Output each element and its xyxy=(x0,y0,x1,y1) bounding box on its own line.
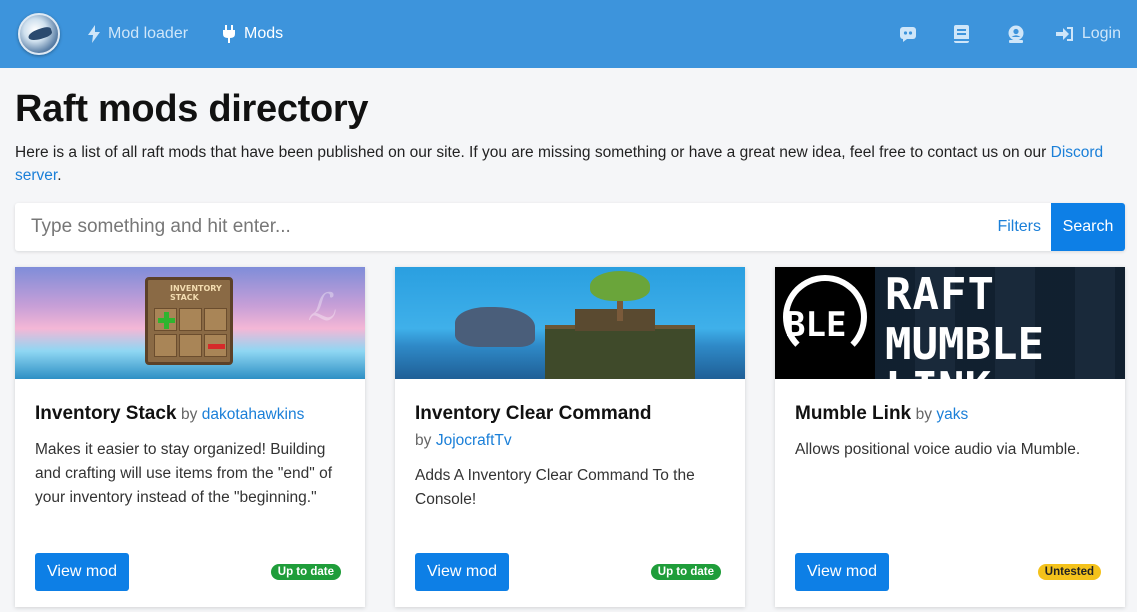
author-link[interactable]: yaks xyxy=(936,406,968,423)
status-badge: Untested xyxy=(1037,564,1101,580)
filters-link[interactable]: Filters xyxy=(987,218,1051,236)
view-mod-button[interactable]: View mod xyxy=(35,553,129,591)
island-graphic xyxy=(455,307,535,347)
mod-description: Adds A Inventory Clear Command To the Co… xyxy=(415,467,695,508)
site-logo[interactable] xyxy=(18,13,60,55)
search-input[interactable] xyxy=(15,203,988,251)
card-title-line: Mumble Link by yaks xyxy=(795,401,1105,428)
view-mod-button[interactable]: View mod xyxy=(795,553,889,591)
raft-structure-graphic xyxy=(545,325,695,379)
card-body: Mumble Link by yaks Allows positional vo… xyxy=(775,379,1125,462)
card-body: Inventory Stack by dakotahawkins Makes i… xyxy=(15,379,365,510)
nav-item-label: Mods xyxy=(244,25,284,42)
empty-cell xyxy=(179,334,202,357)
intro-body: Here is a list of all raft mods that hav… xyxy=(15,144,1051,161)
card-footer: View mod Up to date xyxy=(35,553,341,591)
bolt-icon xyxy=(88,25,100,43)
by-label: by xyxy=(915,406,932,423)
author-link[interactable]: dakotahawkins xyxy=(202,406,305,423)
mod-card: BLE RAFT MUMBLE LINK Mumble Link by yaks… xyxy=(775,267,1125,607)
empty-cell xyxy=(154,334,177,357)
search-bar: Filters Search xyxy=(15,203,1125,251)
empty-cell xyxy=(179,308,202,331)
author-link[interactable]: JojocraftTv xyxy=(436,432,512,449)
nav-item-label: Mod loader xyxy=(108,25,189,42)
user-badge-icon[interactable] xyxy=(1004,22,1028,46)
empty-cell xyxy=(204,308,227,331)
image-title-line-1: RAFT xyxy=(885,269,995,320)
search-button[interactable]: Search xyxy=(1051,203,1125,251)
mod-image-inventory-stack[interactable]: INVENTORY STACK ℒ xyxy=(15,267,365,379)
book-icon[interactable] xyxy=(950,22,974,46)
mod-title[interactable]: Inventory Clear Command xyxy=(415,403,652,424)
ble-logo-text: BLE xyxy=(785,305,847,345)
raft-deck-graphic xyxy=(575,309,655,331)
status-badge: Up to date xyxy=(270,564,341,580)
page-title: Raft mods directory xyxy=(15,88,369,130)
card-body: Inventory Clear Command by JojocraftTv A… xyxy=(395,379,745,512)
inventory-panel-graphic: INVENTORY STACK xyxy=(145,277,233,365)
nav-item-mod-loader[interactable]: Mod loader xyxy=(88,25,188,43)
mod-card: Inventory Clear Command by JojocraftTv A… xyxy=(395,267,745,607)
by-label: by xyxy=(415,432,432,449)
mod-card: INVENTORY STACK ℒ Inventory Stack by dak… xyxy=(15,267,365,607)
plus-cell xyxy=(154,308,177,331)
inventory-panel-text: INVENTORY STACK xyxy=(170,284,222,302)
card-title-line: Inventory Clear Command by JojocraftTv xyxy=(415,401,725,454)
card-footer: View mod Up to date xyxy=(415,553,721,591)
login-label: Login xyxy=(1081,25,1121,42)
by-label: by xyxy=(180,406,198,423)
login-icon xyxy=(1055,27,1073,41)
image-title-line-2: MUMBLE LINK xyxy=(885,319,1044,380)
intro-end: . xyxy=(57,167,62,184)
mods-grid: INVENTORY STACK ℒ Inventory Stack by dak… xyxy=(15,267,1125,607)
card-footer: View mod Untested xyxy=(795,553,1101,591)
card-title-line: Inventory Stack by dakotahawkins xyxy=(35,401,345,428)
watermark-logo: ℒ xyxy=(307,285,335,329)
mod-image-mumble-link[interactable]: BLE RAFT MUMBLE LINK xyxy=(775,267,1125,379)
status-badge: Up to date xyxy=(650,564,721,580)
view-mod-button[interactable]: View mod xyxy=(415,553,509,591)
mod-title[interactable]: Mumble Link xyxy=(795,403,911,424)
discord-icon[interactable] xyxy=(896,22,920,46)
main-content: Raft mods directory Here is a list of al… xyxy=(0,88,1137,607)
minus-cell xyxy=(204,334,227,357)
login-link[interactable]: Login xyxy=(1055,25,1121,43)
palm-leaves-graphic xyxy=(590,271,650,301)
top-navbar: Mod loader Mods Login xyxy=(0,0,1137,68)
mod-description: Allows positional voice audio via Mumble… xyxy=(795,441,1081,458)
intro-text: Here is a list of all raft mods that hav… xyxy=(15,141,1125,187)
mod-title[interactable]: Inventory Stack xyxy=(35,403,177,424)
mod-description: Makes it easier to stay organized! Build… xyxy=(35,441,333,506)
nav-item-mods[interactable]: Mods xyxy=(222,25,283,43)
mod-image-inventory-clear[interactable] xyxy=(395,267,745,379)
plug-icon xyxy=(223,25,236,43)
